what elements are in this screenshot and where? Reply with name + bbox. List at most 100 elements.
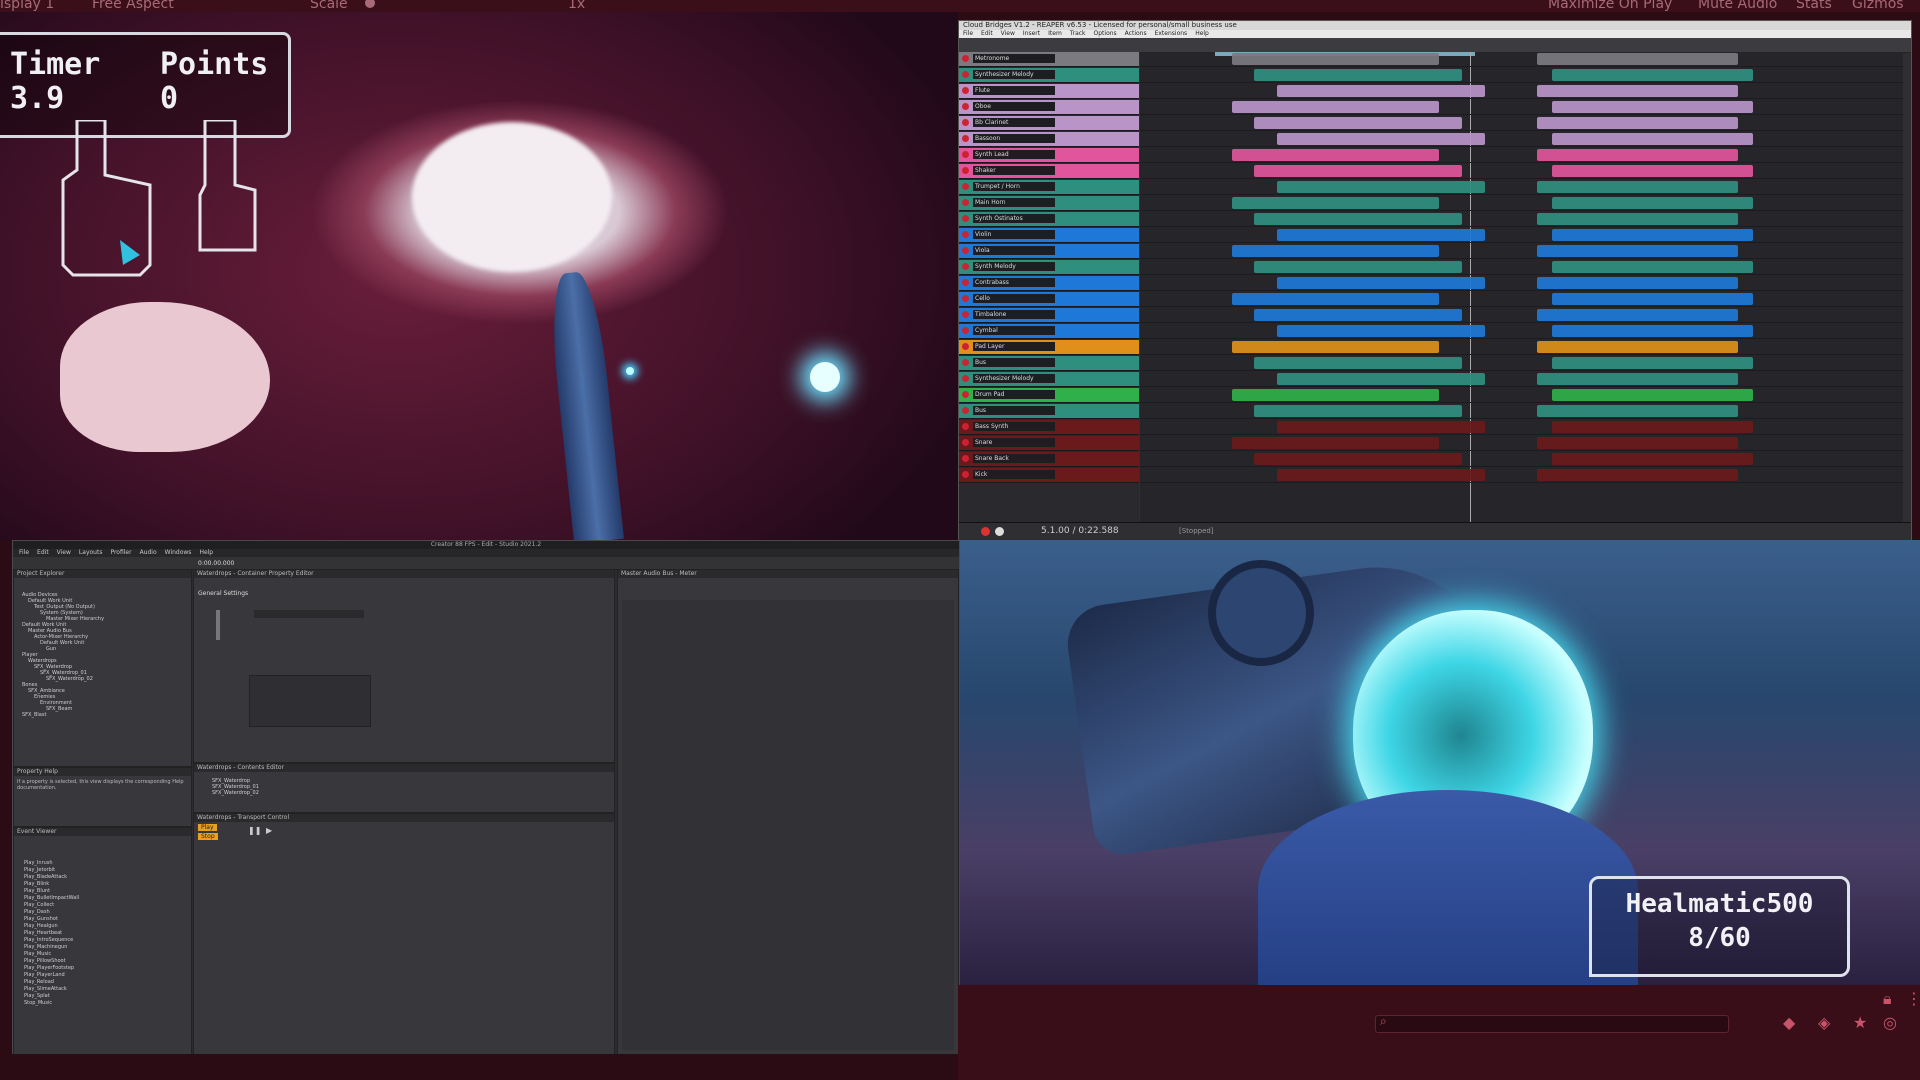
track-header[interactable]: Cello xyxy=(959,292,1139,307)
track-name[interactable]: Bb Clarinet xyxy=(973,118,1055,127)
track-header[interactable]: Contrabass xyxy=(959,276,1139,291)
media-item[interactable] xyxy=(1277,325,1485,337)
media-item[interactable] xyxy=(1552,197,1754,209)
event-item[interactable]: Play_Inrush xyxy=(14,860,191,867)
track-lane[interactable] xyxy=(1140,452,1903,467)
track-header[interactable]: Synth Lead xyxy=(959,148,1139,163)
media-item[interactable] xyxy=(1536,181,1739,193)
reaper-menu-item[interactable]: Edit xyxy=(981,30,993,37)
track-lane[interactable] xyxy=(1140,308,1903,323)
event-item[interactable]: Play_PlayerLand xyxy=(14,972,191,979)
track-lane[interactable] xyxy=(1140,340,1903,355)
track-lane[interactable] xyxy=(1140,180,1903,195)
media-item[interactable] xyxy=(1552,133,1754,145)
track-name[interactable]: Flute xyxy=(973,86,1055,95)
track-header[interactable]: Viola xyxy=(959,244,1139,259)
media-item[interactable] xyxy=(1536,405,1739,417)
track-header[interactable]: Bassoon xyxy=(959,132,1139,147)
record-arm-button[interactable] xyxy=(962,311,969,318)
general-settings-tab[interactable]: General Settings xyxy=(198,590,248,597)
record-arm-button[interactable] xyxy=(962,247,969,254)
event-item[interactable]: Play_PillowShoot xyxy=(14,958,191,965)
authoring-menu-item[interactable]: Help xyxy=(199,549,213,556)
track-lane[interactable] xyxy=(1140,196,1903,211)
record-arm-button[interactable] xyxy=(962,263,969,270)
track-header[interactable]: Snare Back xyxy=(959,452,1139,467)
track-name[interactable]: Main Horn xyxy=(973,198,1055,207)
media-item[interactable] xyxy=(1536,117,1739,129)
track-header[interactable]: Flute xyxy=(959,84,1139,99)
track-lane[interactable] xyxy=(1140,420,1903,435)
track-name[interactable]: Bass Synth xyxy=(973,422,1055,431)
volume-fader[interactable] xyxy=(216,610,220,640)
media-item[interactable] xyxy=(1277,229,1485,241)
media-item[interactable] xyxy=(1231,389,1440,401)
record-arm-button[interactable] xyxy=(962,471,969,478)
media-item[interactable] xyxy=(1552,69,1754,81)
event-item[interactable]: Stop_Music xyxy=(14,1000,191,1007)
media-item[interactable] xyxy=(1231,245,1440,257)
record-arm-button[interactable] xyxy=(962,327,969,334)
reaper-menu-item[interactable]: Help xyxy=(1195,30,1209,37)
track-header[interactable]: Bus xyxy=(959,356,1139,371)
media-item[interactable] xyxy=(1231,341,1440,353)
filter-type-icon[interactable]: ◆ xyxy=(1783,1013,1795,1032)
track-name[interactable]: Oboe xyxy=(973,102,1055,111)
track-name[interactable]: Cymbal xyxy=(973,326,1055,335)
favorite-star-icon[interactable]: ★ xyxy=(1853,1013,1867,1032)
track-lane[interactable] xyxy=(1140,260,1903,275)
event-list[interactable]: Play_Inrush Play_Jetorbit Play_BladeAttack… xyxy=(14,836,191,1007)
track-lane[interactable] xyxy=(1140,244,1903,259)
track-lane[interactable] xyxy=(1140,52,1903,67)
track-lane[interactable] xyxy=(1140,356,1903,371)
media-item[interactable] xyxy=(1254,117,1462,129)
stop-button[interactable] xyxy=(995,527,1004,536)
media-item[interactable] xyxy=(1277,421,1485,433)
track-header[interactable]: Shaker xyxy=(959,164,1139,179)
record-arm-button[interactable] xyxy=(962,103,969,110)
track-name[interactable]: Kick xyxy=(973,470,1055,479)
track-name[interactable]: Synthesizer Melody xyxy=(973,374,1055,383)
media-item[interactable] xyxy=(1231,293,1440,305)
contents-list[interactable]: SFX_Waterdrop SFX_Waterdrop_01 SFX_Waterdr… xyxy=(194,772,614,796)
track-lane[interactable] xyxy=(1140,276,1903,291)
output-bus-field[interactable] xyxy=(254,610,364,618)
media-item[interactable] xyxy=(1536,437,1739,449)
track-header[interactable]: Bus xyxy=(959,404,1139,419)
media-item[interactable] xyxy=(1552,101,1754,113)
track-lane[interactable] xyxy=(1140,324,1903,339)
media-item[interactable] xyxy=(1552,261,1754,273)
track-lane[interactable] xyxy=(1140,116,1903,131)
event-item[interactable]: Play_Splat xyxy=(14,993,191,1000)
track-header[interactable]: Cymbal xyxy=(959,324,1139,339)
record-arm-button[interactable] xyxy=(962,279,969,286)
transport-stop-button[interactable]: Stop xyxy=(198,833,218,840)
track-name[interactable]: Snare xyxy=(973,438,1055,447)
reaper-menu-item[interactable]: Options xyxy=(1094,30,1117,37)
media-item[interactable] xyxy=(1254,405,1462,417)
track-name[interactable]: Synth Ostinatos xyxy=(973,214,1055,223)
hidden-count-icon[interactable]: ◎ xyxy=(1883,1013,1897,1032)
aspect-dropdown[interactable]: Free Aspect xyxy=(92,0,174,12)
track-name[interactable]: Synth Melody xyxy=(973,262,1055,271)
media-item[interactable] xyxy=(1277,181,1485,193)
track-lane[interactable] xyxy=(1140,100,1903,115)
track-header[interactable]: Trumpet / Horn xyxy=(959,180,1139,195)
record-arm-button[interactable] xyxy=(962,231,969,238)
record-arm-button[interactable] xyxy=(962,119,969,126)
media-item[interactable] xyxy=(1552,389,1754,401)
media-item[interactable] xyxy=(1277,277,1485,289)
record-arm-button[interactable] xyxy=(962,423,969,430)
record-arm-button[interactable] xyxy=(962,455,969,462)
event-item[interactable]: Play_BulletImpactWall xyxy=(14,895,191,902)
event-item[interactable]: Play_PlayerFootstep xyxy=(14,965,191,972)
track-header[interactable]: Timbalone xyxy=(959,308,1139,323)
track-lane[interactable] xyxy=(1140,148,1903,163)
track-lane[interactable] xyxy=(1140,228,1903,243)
track-lane[interactable] xyxy=(1140,292,1903,307)
mute-audio-toggle[interactable]: Mute Audio xyxy=(1698,0,1777,12)
record-arm-button[interactable] xyxy=(962,295,969,302)
event-item[interactable]: Play_Reload xyxy=(14,979,191,986)
track-header[interactable]: Synthesizer Melody xyxy=(959,372,1139,387)
media-item[interactable] xyxy=(1536,149,1739,161)
